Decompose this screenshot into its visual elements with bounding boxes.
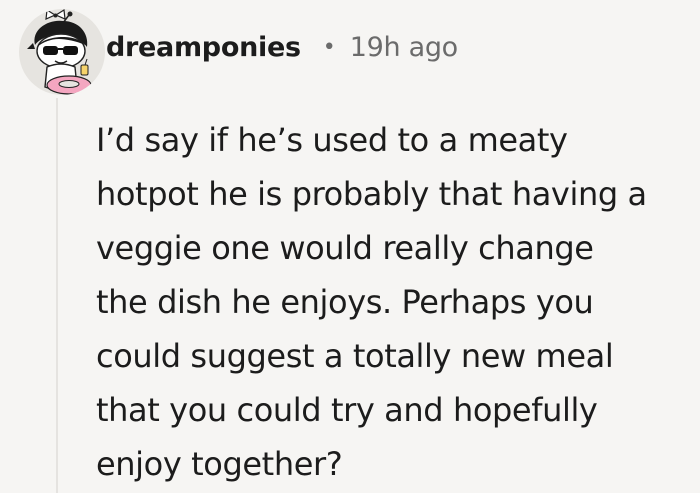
comment-body-line: enjoy together?: [96, 445, 343, 483]
avatar[interactable]: [19, 9, 105, 95]
comment-body: I’d say if he’s used to a meaty hotpot h…: [96, 113, 696, 491]
comment-body-line: the dish he enjoys. Perhaps you: [96, 283, 594, 321]
thread-line[interactable]: [56, 98, 58, 493]
comment: dreamponies • 19h ago I’d say if he’s us…: [0, 0, 700, 493]
comment-header: dreamponies • 19h ago: [106, 22, 458, 72]
username-link[interactable]: dreamponies: [106, 32, 301, 63]
comment-body-line: hotpot he is probably that having a: [96, 175, 647, 213]
separator-dot: •: [322, 34, 336, 60]
comment-body-line: I’d say if he’s used to a meaty: [96, 121, 568, 159]
snoo-avatar-icon: [27, 9, 92, 95]
comment-body-line: could suggest a totally new meal: [96, 337, 614, 375]
comment-body-line: veggie one would really change: [96, 229, 594, 267]
comment-body-line: that you could try and hopefully: [96, 391, 598, 429]
timestamp[interactable]: 19h ago: [350, 32, 458, 63]
